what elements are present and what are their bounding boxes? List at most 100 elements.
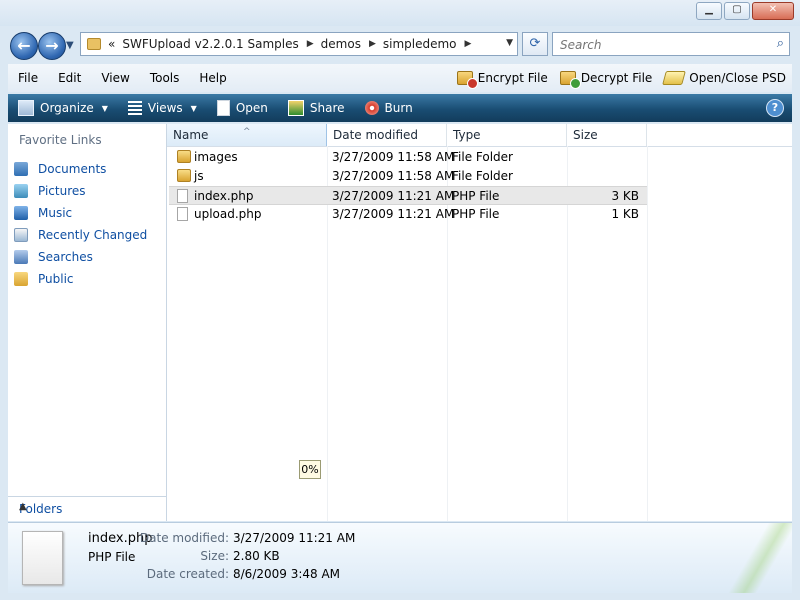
burn-button[interactable]: Burn xyxy=(355,101,423,115)
decrypt-lock-icon xyxy=(559,71,581,89)
column-divider xyxy=(647,146,648,521)
help-icon[interactable]: ? xyxy=(766,99,784,117)
file-date: 3/27/2009 11:58 AM xyxy=(332,169,455,183)
decrypt-file-label: Decrypt File xyxy=(580,71,653,85)
decorative-swoosh xyxy=(672,523,792,593)
column-header-type[interactable]: Type xyxy=(447,124,567,146)
file-name: js xyxy=(194,169,204,183)
close-button[interactable]: ✕ xyxy=(752,2,794,20)
file-row-upload-php[interactable]: upload.php 3/27/2009 11:21 AM PHP File 1… xyxy=(169,205,647,224)
nav-item-label: Documents xyxy=(38,162,107,176)
open-label: Open xyxy=(235,101,268,115)
column-header-date[interactable]: Date modified xyxy=(327,124,447,146)
nav-item-label: Recently Changed xyxy=(38,228,148,242)
recently-changed-icon xyxy=(14,228,28,242)
explorer-window: ▁ ▢ ✕ ← → ▼ « SWFUpload v2.2.0.1 Samples… xyxy=(0,0,800,600)
details-modified-value: 3/27/2009 11:21 AM xyxy=(233,531,356,545)
navigation-pane: Favorite Links Documents Pictures Music … xyxy=(8,124,167,521)
nav-item-documents[interactable]: Documents xyxy=(14,158,147,180)
folders-toggle[interactable]: Folders ▲ xyxy=(8,496,166,521)
chevron-up-icon: ▲ xyxy=(19,501,27,512)
nav-item-pictures[interactable]: Pictures xyxy=(14,180,147,202)
encrypt-file-label: Encrypt File xyxy=(477,71,548,85)
details-created-value: 8/6/2009 3:48 AM xyxy=(233,567,341,581)
file-row-index-php[interactable]: index.php 3/27/2009 11:21 AM PHP File 3 … xyxy=(169,186,647,205)
file-type: File Folder xyxy=(452,150,513,164)
minimize-button[interactable]: ▁ xyxy=(696,2,722,20)
details-size-label: Size: xyxy=(200,549,229,563)
breadcrumb-samples[interactable]: SWFUpload v2.2.0.1 Samples xyxy=(122,37,298,51)
file-size: 1 KB xyxy=(611,207,639,221)
maximize-button[interactable]: ▢ xyxy=(724,2,750,20)
progress-indicator: 0% xyxy=(299,460,321,479)
column-header-name[interactable]: Name ^ xyxy=(167,124,327,146)
document-icon xyxy=(216,100,230,116)
file-date: 3/27/2009 11:58 AM xyxy=(332,150,455,164)
encrypt-file-button[interactable]: Encrypt File xyxy=(456,67,548,89)
file-row-images[interactable]: images 3/27/2009 11:58 AM File Folder xyxy=(169,148,647,167)
menu-help[interactable]: Help xyxy=(189,71,236,85)
forward-button[interactable]: → xyxy=(38,32,66,60)
open-close-psd-button[interactable]: Open/Close PSD xyxy=(662,67,786,89)
menu-file[interactable]: File xyxy=(8,71,48,85)
views-icon xyxy=(127,101,142,115)
share-button[interactable]: Share xyxy=(278,100,355,116)
views-label: Views xyxy=(147,101,183,115)
nav-item-label: Music xyxy=(38,206,73,220)
organize-label: Organize xyxy=(40,101,94,115)
encrypt-lock-icon xyxy=(456,71,478,89)
address-bar[interactable]: « SWFUpload v2.2.0.1 Samples ▶ demos ▶ s… xyxy=(80,32,518,56)
search-icon[interactable]: ⌕ xyxy=(777,36,784,51)
details-pane: index.php PHP File Date modified: 3/27/2… xyxy=(8,522,792,593)
chevron-right-icon[interactable]: ▶ xyxy=(307,39,314,49)
chevron-down-icon: ▼ xyxy=(190,103,197,113)
sort-ascending-icon: ^ xyxy=(243,127,251,137)
file-row-js[interactable]: js 3/27/2009 11:58 AM File Folder xyxy=(169,167,647,186)
documents-icon xyxy=(14,162,28,176)
breadcrumb-demos[interactable]: demos xyxy=(321,37,361,51)
file-date: 3/27/2009 11:21 AM xyxy=(332,207,455,221)
nav-item-searches[interactable]: Searches xyxy=(14,246,147,268)
refresh-button[interactable]: ⟳ xyxy=(522,32,548,56)
chevron-down-icon[interactable]: ▼ xyxy=(506,38,513,48)
chevron-down-icon: ▼ xyxy=(101,103,108,113)
menu-tools[interactable]: Tools xyxy=(140,71,190,85)
details-size-value: 2.80 KB xyxy=(233,549,280,563)
nav-item-recently-changed[interactable]: Recently Changed xyxy=(14,224,147,246)
file-type: PHP File xyxy=(452,189,500,203)
share-label: Share xyxy=(309,101,345,115)
folder-icon xyxy=(177,169,191,182)
folder-icon xyxy=(87,38,101,50)
title-bar: ▁ ▢ ✕ xyxy=(0,0,800,26)
music-icon xyxy=(14,206,28,220)
file-date: 3/27/2009 11:21 AM xyxy=(332,189,455,203)
back-button[interactable]: ← xyxy=(10,32,38,60)
menu-edit[interactable]: Edit xyxy=(48,71,91,85)
search-box[interactable]: ⌕ xyxy=(552,32,790,56)
decrypt-file-button[interactable]: Decrypt File xyxy=(559,67,653,89)
column-header-row: Name ^ Date modified Type Size xyxy=(167,124,792,147)
organize-button[interactable]: Organize ▼ xyxy=(8,100,118,116)
open-close-psd-label: Open/Close PSD xyxy=(689,71,786,85)
menu-view[interactable]: View xyxy=(91,71,139,85)
open-button[interactable]: Open xyxy=(207,100,278,116)
column-header-size[interactable]: Size xyxy=(567,124,647,146)
search-input[interactable] xyxy=(558,34,772,56)
nav-item-music[interactable]: Music xyxy=(14,202,147,224)
address-row: ← → ▼ « SWFUpload v2.2.0.1 Samples ▶ dem… xyxy=(0,28,800,62)
favorite-links-title: Favorite Links xyxy=(19,133,102,147)
chevron-right-icon[interactable]: ▶ xyxy=(465,39,472,49)
psd-drive-icon xyxy=(662,71,687,85)
public-folder-icon xyxy=(14,272,28,286)
chevron-right-icon[interactable]: ▶ xyxy=(369,39,376,49)
nav-item-label: Public xyxy=(38,272,74,286)
nav-item-public[interactable]: Public xyxy=(14,268,147,290)
views-button[interactable]: Views ▼ xyxy=(118,101,207,115)
file-size: 3 KB xyxy=(611,189,639,203)
details-modified-label: Date modified: xyxy=(139,531,229,545)
file-name: index.php xyxy=(194,189,254,203)
breadcrumb-simpledemo[interactable]: simpledemo xyxy=(383,37,457,51)
file-name: images xyxy=(194,150,238,164)
recent-pages-dropdown[interactable]: ▼ xyxy=(66,40,74,51)
breadcrumb-overflow[interactable]: « xyxy=(108,37,115,51)
